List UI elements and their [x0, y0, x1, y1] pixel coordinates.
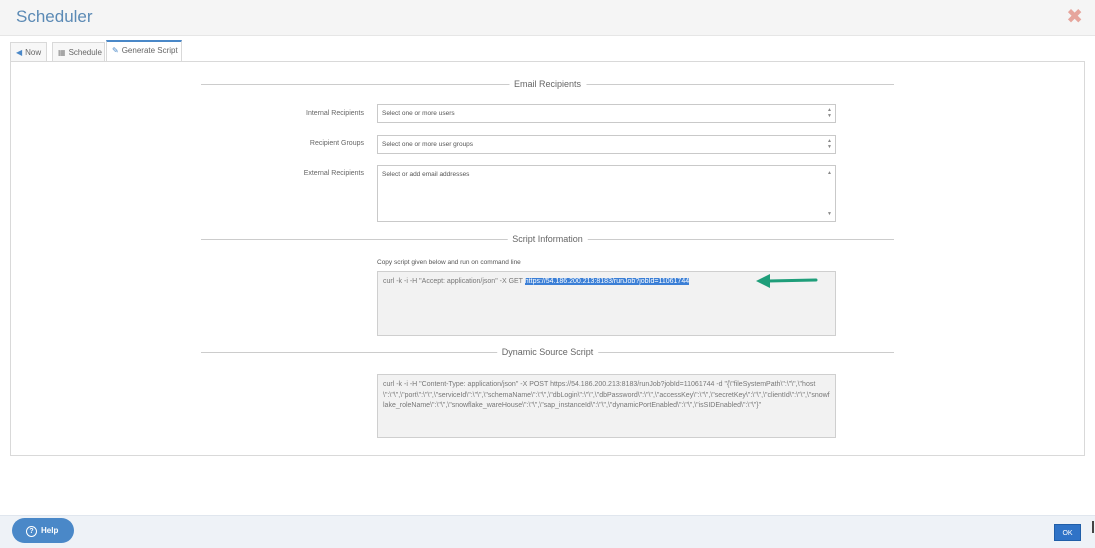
script-information-heading: Script Information	[507, 233, 588, 245]
close-icon[interactable]: ✖	[1066, 6, 1083, 26]
question-icon: ?	[26, 526, 37, 537]
internal-recipients-label: Internal Recipients	[306, 110, 364, 117]
tab-generate-script[interactable]: ✎ Generate Script	[106, 40, 182, 61]
calendar-icon: ▦	[58, 48, 66, 57]
tab-schedule-label: Schedule	[68, 48, 102, 57]
tab-now[interactable]: ◀ Now	[10, 42, 47, 61]
scroll-down-icon[interactable]: ▼	[827, 211, 832, 217]
dynamic-source-heading: Dynamic Source Script	[496, 346, 599, 358]
dialog-header: Scheduler ✖	[0, 0, 1095, 36]
dynamic-script-text: curl -k -i -H "Content-Type: application…	[383, 381, 830, 409]
footer-bar	[0, 515, 1095, 548]
external-recipients-input[interactable]: Select or add email addresses ▲ ▼	[377, 165, 836, 222]
recipient-groups-select[interactable]: Select one or more user groups ▲ ▼	[377, 135, 836, 154]
dynamic-source-divider: Dynamic Source Script	[201, 346, 894, 358]
tab-now-label: Now	[25, 48, 42, 57]
arrow-pointer-icon	[756, 274, 818, 288]
dialog-title: Scheduler	[16, 7, 93, 26]
chevron-updown-icon: ▲ ▼	[827, 138, 832, 150]
tab-generate-script-label: Generate Script	[121, 46, 178, 55]
scroll-up-icon[interactable]: ▲	[827, 170, 832, 176]
external-recipients-placeholder: Select or add email addresses	[382, 171, 470, 178]
ok-button[interactable]: OK	[1054, 524, 1081, 541]
chevron-updown-icon: ▲ ▼	[827, 107, 832, 119]
dynamic-script-box[interactable]: curl -k -i -H "Content-Type: application…	[377, 374, 836, 438]
script-information-divider: Script Information	[201, 233, 894, 245]
tab-schedule[interactable]: ▦ Schedule	[52, 42, 105, 61]
recipient-groups-placeholder: Select one or more user groups	[382, 141, 474, 148]
internal-recipients-select[interactable]: Select one or more users ▲ ▼	[377, 104, 836, 123]
script-icon: ✎	[112, 46, 119, 55]
email-recipients-divider: Email Recipients	[201, 78, 894, 90]
external-recipients-label: External Recipients	[303, 170, 364, 177]
script-note: Copy script given below and run on comma…	[377, 259, 521, 266]
get-script-prefix: curl -k -i -H "Accept: application/json"…	[383, 278, 525, 285]
email-recipients-heading: Email Recipients	[508, 78, 587, 90]
internal-recipients-placeholder: Select one or more users	[382, 110, 455, 117]
help-label: Help	[41, 526, 59, 535]
send-icon: ◀	[16, 48, 23, 57]
get-script-url[interactable]: https://54.186.200.213:8183/runJob?jobId…	[524, 278, 690, 285]
recipient-groups-label: Recipient Groups	[309, 140, 364, 147]
help-button[interactable]: ? Help	[12, 518, 74, 543]
edge-divider	[1092, 521, 1094, 533]
